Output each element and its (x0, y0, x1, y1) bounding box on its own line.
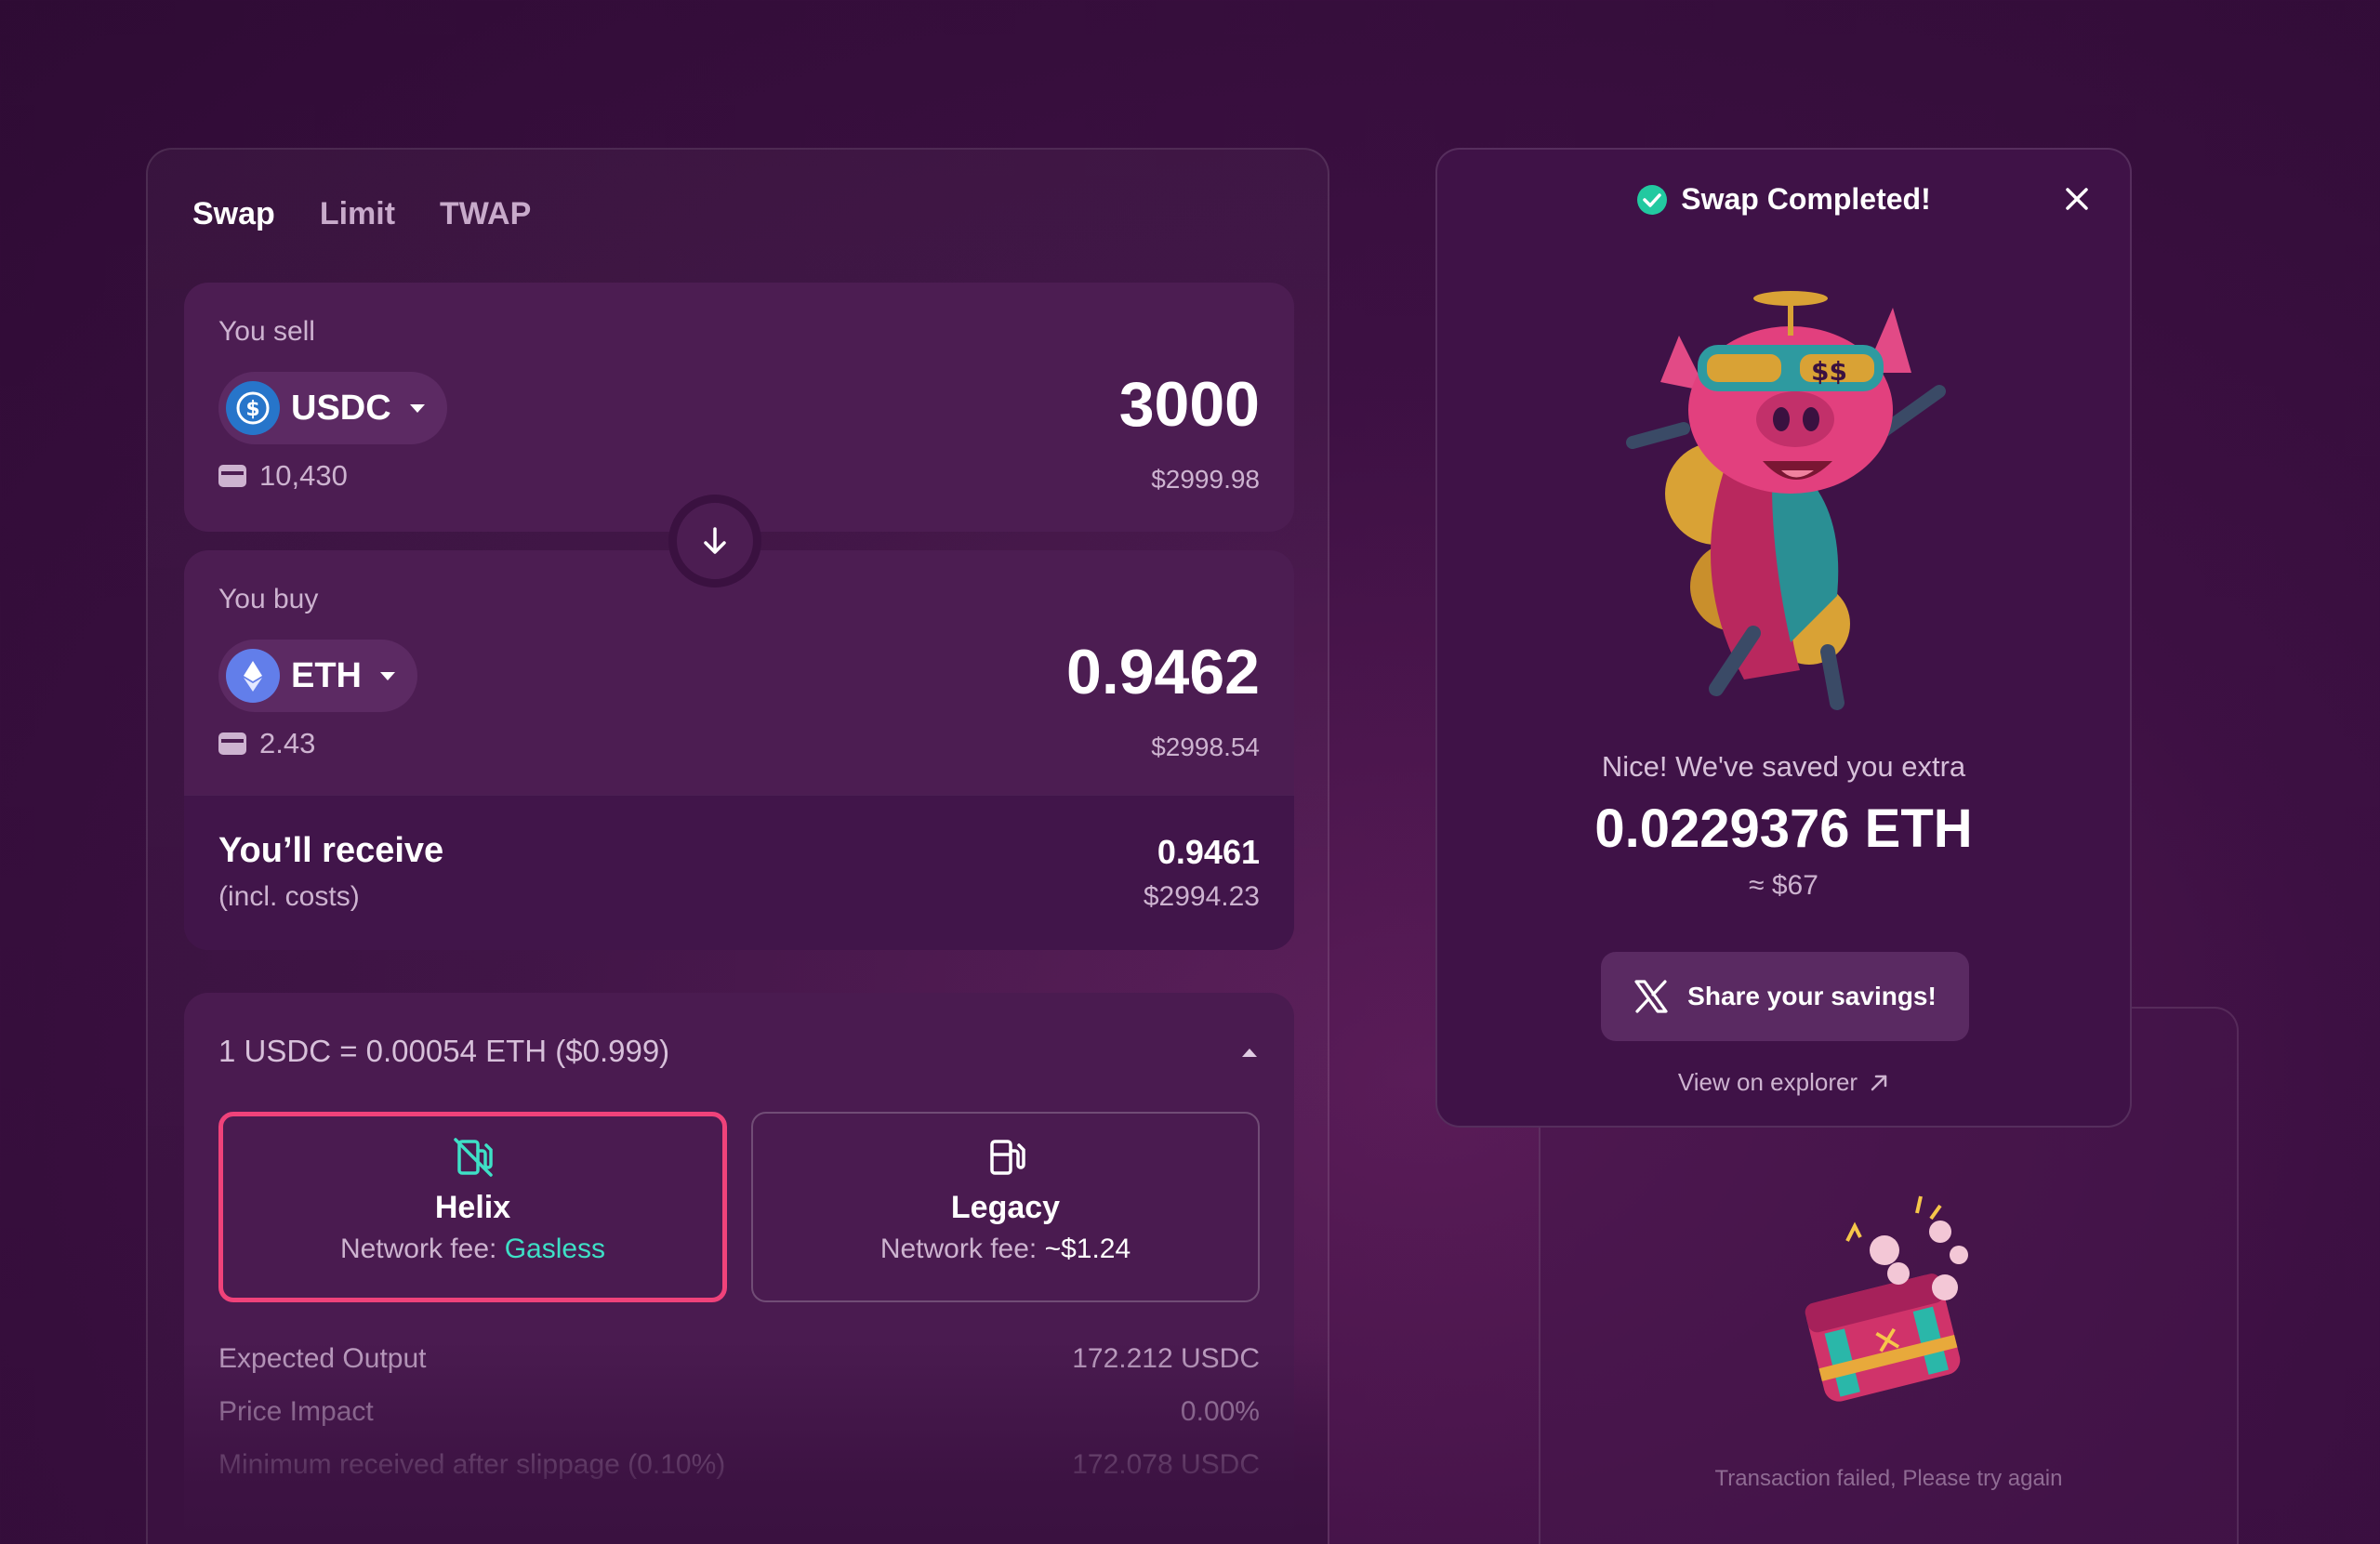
eth-token-icon (226, 649, 280, 703)
share-button-label: Share your savings! (1687, 982, 1937, 1010)
sell-panel: You sell $ USDC 3000 10,430 $2999.98 (184, 283, 1294, 532)
sell-amount-input[interactable]: 3000 (1119, 368, 1260, 441)
arrow-up-right-icon (1871, 1075, 1887, 1090)
swap-details-panel: 1 USDC = 0.00054 ETH ($0.999) Helix Netw… (184, 993, 1294, 1544)
view-on-explorer-link[interactable]: View on explorer (1437, 1068, 2130, 1097)
swap-tabs: Swap Limit TWAP (192, 196, 531, 232)
receive-summary: You’ll receive (incl. costs) 0.9461 $299… (184, 795, 1294, 950)
tab-twap[interactable]: TWAP (440, 196, 531, 232)
chevron-down-icon (409, 403, 425, 413)
exchange-rate: 1 USDC = 0.00054 ETH ($0.999) (218, 1034, 670, 1068)
sell-balance-value: 10,430 (259, 459, 348, 492)
fee-option-fee: Network fee: ~$1.24 (880, 1234, 1130, 1265)
sell-usd-value: $2999.98 (1151, 465, 1260, 494)
gas-pump-icon (985, 1136, 1027, 1179)
chevron-down-icon (380, 671, 395, 680)
receive-title: You’ll receive (218, 831, 444, 870)
modal-title: Swap Completed! (1681, 182, 1931, 216)
fee-option-helix[interactable]: Helix Network fee: Gasless (218, 1112, 727, 1302)
wallet-icon (218, 465, 246, 487)
detail-row-expected-output: Expected Output 172.212 USDC (218, 1343, 1260, 1375)
sell-token-name: USDC (291, 388, 391, 428)
buy-balance: 2.43 (218, 727, 315, 760)
sell-balance: 10,430 (218, 459, 348, 493)
wallet-icon (218, 732, 246, 755)
swap-card: Swap Limit TWAP You sell $ USDC 3000 10,… (146, 148, 1329, 1544)
buy-token-selector[interactable]: ETH (218, 640, 417, 712)
share-savings-button[interactable]: Share your savings! (1601, 952, 1969, 1041)
fee-value: ~$1.24 (1044, 1234, 1131, 1264)
explorer-link-label: View on explorer (1677, 1068, 1858, 1096)
receive-subtitle: (incl. costs) (218, 881, 360, 912)
fee-label: Network fee: (879, 1234, 1038, 1264)
fee-option-legacy[interactable]: Legacy Network fee: ~$1.24 (751, 1112, 1260, 1302)
detail-value: 172.212 USDC (1072, 1343, 1260, 1374)
flying-pig-illustration: $$ (1626, 291, 1946, 710)
x-logo-icon (1634, 980, 1668, 1013)
detail-value: 172.078 USDC (1072, 1449, 1260, 1480)
usdc-token-icon: $ (226, 381, 280, 435)
buy-panel: You buy ETH 0.9462 2.43 $2998.54 You’ll … (184, 550, 1294, 950)
chevron-up-icon[interactable] (1242, 1049, 1257, 1057)
arrow-down-icon (704, 527, 726, 554)
receive-usd: $2994.23 (1143, 881, 1260, 912)
fee-option-name: Helix (434, 1190, 511, 1225)
detail-row-price-impact: Price Impact 0.00% (218, 1396, 1260, 1428)
fee-option-fee: Network fee: Gasless (340, 1234, 605, 1265)
swap-success-modal: Swap Completed! $$ Nice! We've saved you… (1435, 148, 2132, 1128)
tab-limit[interactable]: Limit (320, 196, 395, 232)
svg-text:$: $ (245, 398, 259, 421)
buy-token-name: ETH (291, 655, 362, 695)
flip-tokens-button[interactable] (668, 495, 761, 587)
detail-label: Price Impact (218, 1396, 374, 1427)
buy-usd-value: $2998.54 (1151, 732, 1260, 761)
saved-usd: ≈ $67 (1749, 870, 1818, 901)
svg-text:$$: $$ (1811, 356, 1847, 387)
buy-label: You buy (218, 584, 319, 614)
close-icon[interactable] (2063, 185, 2091, 213)
buy-amount-input[interactable]: 0.9462 (1066, 636, 1260, 708)
gasless-pump-icon (452, 1136, 495, 1179)
failed-message: Transaction failed, Please try again (1714, 1466, 2063, 1491)
sell-token-selector[interactable]: $ USDC (218, 372, 447, 444)
broken-chest-illustration: ✕ (1805, 1195, 1968, 1402)
buy-balance-value: 2.43 (259, 727, 316, 759)
detail-row-minimum-received: Minimum received after slippage (0.10%) … (218, 1449, 1260, 1481)
tab-swap[interactable]: Swap (192, 196, 275, 232)
receive-amount: 0.9461 (1157, 833, 1260, 871)
detail-label: Minimum received after slippage (0.10%) (218, 1449, 726, 1480)
saved-amount: 0.0229376 ETH (1594, 798, 1973, 859)
sell-label: You sell (218, 316, 315, 347)
fee-value: Gasless (504, 1234, 606, 1264)
modal-header: Swap Completed! (1437, 182, 2130, 217)
check-circle-icon (1637, 184, 1668, 215)
detail-label: Expected Output (218, 1343, 427, 1374)
detail-value: 0.00% (1180, 1396, 1260, 1427)
fee-option-name: Legacy (950, 1190, 1061, 1225)
fee-label: Network fee: (339, 1234, 497, 1264)
saved-message: Nice! We've saved you extra (1601, 750, 1966, 783)
